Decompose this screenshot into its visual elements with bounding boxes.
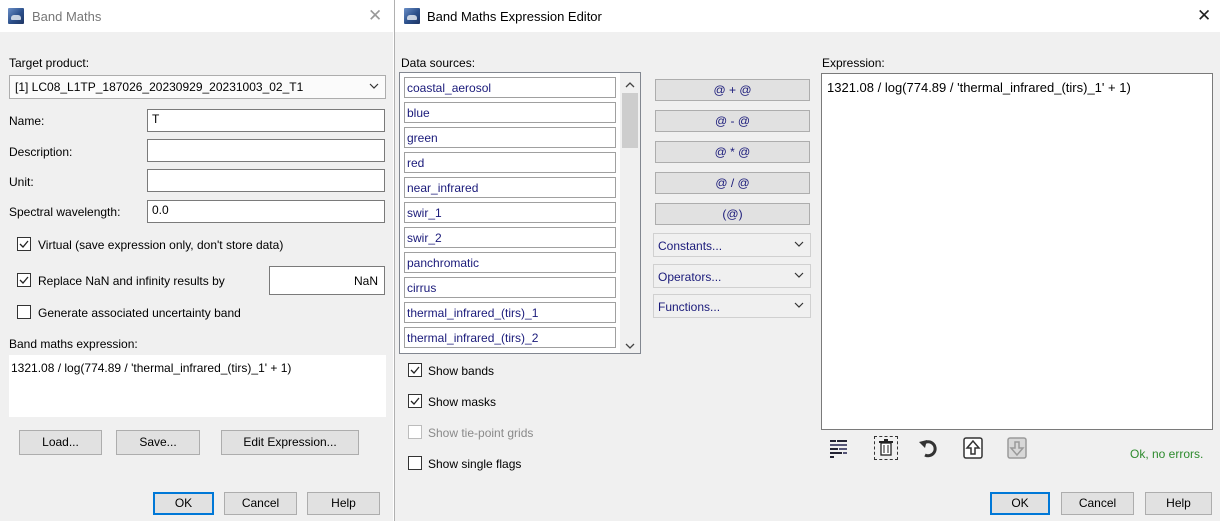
list-item[interactable]: blue: [404, 102, 616, 123]
ok-button[interactable]: OK: [990, 492, 1050, 515]
name-label: Name:: [9, 114, 45, 128]
virtual-label: Virtual (save expression only, don't sto…: [38, 238, 284, 252]
unit-label: Unit:: [9, 175, 34, 189]
list-item[interactable]: swir_1: [404, 202, 616, 223]
show-tiepoint-label: Show tie-point grids: [428, 426, 534, 440]
band-maths-expression-label: Band maths expression:: [9, 337, 138, 351]
close-icon[interactable]: ✕: [1197, 7, 1211, 24]
expression-label: Expression:: [822, 56, 885, 70]
edit-expression-button[interactable]: Edit Expression...: [221, 430, 359, 455]
list-item[interactable]: thermal_infrared_(tirs)_1: [404, 302, 616, 323]
snap-app-icon: [404, 8, 420, 24]
virtual-checkbox[interactable]: [17, 237, 31, 251]
description-label: Description:: [9, 145, 73, 159]
name-input[interactable]: T: [147, 109, 385, 132]
parentheses-button[interactable]: (@): [655, 203, 810, 225]
unit-input[interactable]: [147, 169, 385, 192]
show-tiepoint-checkbox: [408, 425, 422, 439]
spectral-wavelength-input[interactable]: 0.0: [147, 200, 385, 223]
chevron-down-icon: [369, 80, 379, 94]
uncertainty-checkbox[interactable]: [17, 305, 31, 319]
scrollbar-thumb[interactable]: [622, 93, 638, 148]
operators-label: Operators...: [658, 270, 722, 284]
replace-nan-value: NaN: [353, 274, 378, 288]
constants-label: Constants...: [658, 239, 723, 253]
band-maths-dialog: Band Maths ✕ Target product: [1] LC08_L1…: [0, 0, 393, 521]
expression-textarea[interactable]: 1321.08 / log(774.89 / 'thermal_infrared…: [821, 73, 1213, 430]
scroll-down-icon[interactable]: [625, 339, 635, 353]
replace-nan-checkbox[interactable]: [17, 273, 31, 287]
show-bands-label: Show bands: [428, 364, 495, 378]
expression-editor-title: Band Maths Expression Editor: [427, 9, 602, 24]
chevron-down-icon: [794, 299, 804, 313]
cancel-button[interactable]: Cancel: [224, 492, 297, 515]
list-item[interactable]: coastal_aerosol: [404, 77, 616, 98]
functions-dropdown[interactable]: Functions...: [653, 294, 811, 318]
snap-app-icon: [8, 8, 24, 24]
uncertainty-label: Generate associated uncertainty band: [38, 306, 241, 320]
close-icon[interactable]: ✕: [368, 7, 382, 24]
trash-icon[interactable]: [874, 436, 898, 460]
band-maths-titlebar: Band Maths ✕: [0, 0, 393, 32]
data-sources-label: Data sources:: [401, 56, 476, 70]
ok-button[interactable]: OK: [153, 492, 214, 515]
help-button[interactable]: Help: [1145, 492, 1212, 515]
pattern-grid-icon[interactable]: [827, 436, 851, 460]
band-maths-title: Band Maths: [32, 9, 102, 24]
list-item[interactable]: thermal_infrared_(tirs)_2: [404, 327, 616, 348]
expression-editor-titlebar: Band Maths Expression Editor ✕: [395, 0, 1220, 32]
undo-icon[interactable]: [917, 436, 941, 460]
list-item[interactable]: green: [404, 127, 616, 148]
subtract-operator-button[interactable]: @ - @: [655, 110, 810, 132]
divide-operator-button[interactable]: @ / @: [655, 172, 810, 194]
description-input[interactable]: [147, 139, 385, 162]
add-operator-button[interactable]: @ + @: [655, 79, 810, 101]
operators-dropdown[interactable]: Operators...: [653, 264, 811, 288]
status-message: Ok, no errors.: [1130, 447, 1204, 461]
show-bands-checkbox[interactable]: [408, 363, 422, 377]
show-masks-checkbox[interactable]: [408, 394, 422, 408]
list-item[interactable]: cirrus: [404, 277, 616, 298]
data-sources-scrollbar[interactable]: [620, 73, 640, 353]
multiply-operator-button[interactable]: @ * @: [655, 141, 810, 163]
save-button[interactable]: Save...: [116, 430, 200, 455]
spectral-wavelength-label: Spectral wavelength:: [9, 205, 121, 219]
load-button[interactable]: Load...: [19, 430, 102, 455]
list-item[interactable]: red: [404, 152, 616, 173]
help-button[interactable]: Help: [307, 492, 380, 515]
list-item[interactable]: panchromatic: [404, 252, 616, 273]
target-product-select[interactable]: [1] LC08_L1TP_187026_20230929_20231003_0…: [9, 75, 386, 99]
data-sources-list: coastal_aerosol blue green red near_infr…: [399, 72, 641, 354]
chevron-down-icon: [794, 269, 804, 283]
functions-label: Functions...: [658, 300, 721, 314]
target-product-label: Target product:: [9, 56, 90, 70]
replace-nan-input[interactable]: NaN: [269, 266, 385, 295]
cancel-button[interactable]: Cancel: [1061, 492, 1134, 515]
scroll-up-icon[interactable]: [625, 78, 635, 92]
chevron-down-icon: [794, 238, 804, 252]
list-item[interactable]: near_infrared: [404, 177, 616, 198]
constants-dropdown[interactable]: Constants...: [653, 233, 811, 257]
band-maths-expression-text: 1321.08 / log(774.89 / 'thermal_infrared…: [11, 361, 292, 375]
show-masks-label: Show masks: [428, 395, 497, 409]
history-down-icon: [1005, 436, 1029, 460]
history-up-icon[interactable]: [961, 436, 985, 460]
replace-nan-label: Replace NaN and infinity results by: [38, 274, 225, 288]
expression-text: 1321.08 / log(774.89 / 'thermal_infrared…: [827, 80, 1131, 95]
show-flags-checkbox[interactable]: [408, 456, 422, 470]
list-item[interactable]: swir_2: [404, 227, 616, 248]
target-product-value: [1] LC08_L1TP_187026_20230929_20231003_0…: [15, 80, 304, 94]
show-flags-label: Show single flags: [428, 457, 522, 471]
band-maths-expression-area[interactable]: 1321.08 / log(774.89 / 'thermal_infrared…: [9, 355, 386, 417]
